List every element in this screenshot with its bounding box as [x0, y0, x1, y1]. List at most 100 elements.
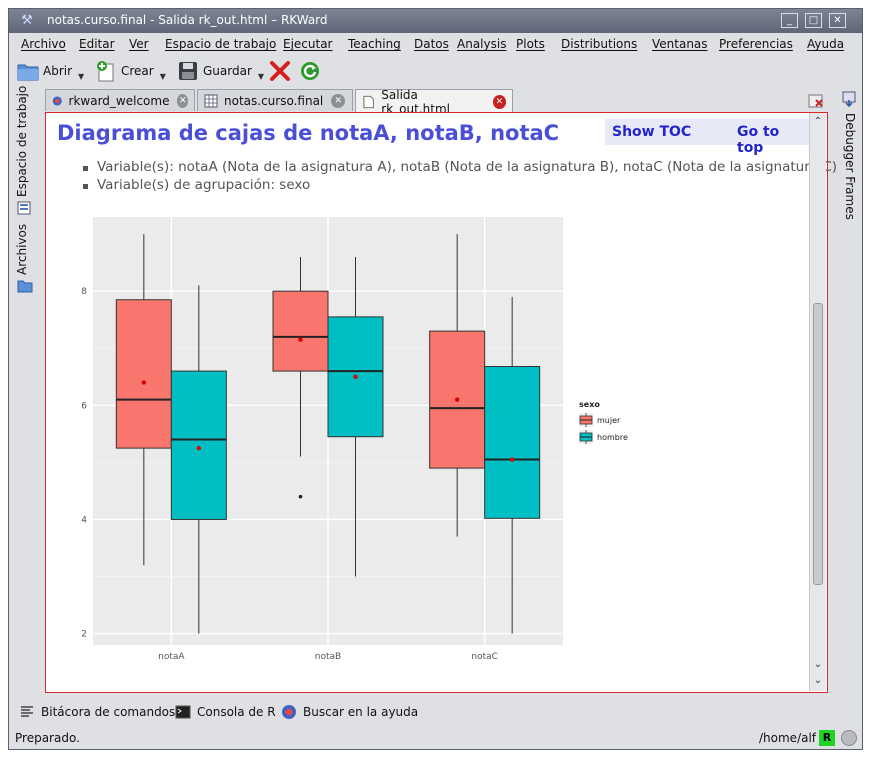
tab-label: Consola de R: [197, 705, 276, 719]
refresh-button[interactable]: [299, 59, 325, 83]
debugger-icon[interactable]: [841, 91, 857, 107]
scroll-thumb[interactable]: [813, 303, 823, 585]
tab-label: notas.curso.final: [224, 93, 324, 108]
r-status-badge: R: [819, 730, 835, 746]
maximize-button[interactable]: □: [805, 13, 822, 28]
menu-ventanas[interactable]: Ventanas: [652, 37, 708, 51]
menu-analysis[interactable]: Analysis: [457, 37, 506, 51]
right-dock: Debugger Frames: [837, 89, 863, 289]
menu-preferencias[interactable]: Preferencias: [719, 37, 793, 51]
menu-ayuda[interactable]: Ayuda: [807, 37, 844, 51]
workspace-icon[interactable]: [17, 201, 31, 215]
vertical-scrollbar[interactable]: ⌃ ⌄ ⌄: [809, 113, 826, 691]
new-document-icon: [97, 61, 114, 82]
status-text: Preparado.: [15, 731, 80, 745]
save-icon: [179, 62, 197, 80]
output-info-list: Variable(s): notaA (Nota de la asignatur…: [83, 159, 837, 195]
tab-bitacora[interactable]: Bitácora de comandos: [19, 704, 175, 720]
legend-label: hombre: [597, 433, 628, 442]
debugger-frames-dock-tab[interactable]: Debugger Frames: [843, 113, 857, 220]
bottom-tool-tabs: Bitácora de comandos Consola de R Buscar…: [9, 701, 862, 723]
y-tick-label: 4: [81, 515, 87, 525]
close-window-button[interactable]: ✕: [829, 13, 846, 28]
mean-point: [454, 397, 460, 402]
open-button[interactable]: Abrir ▼: [17, 59, 84, 83]
menu-plots[interactable]: Plots: [516, 37, 545, 51]
menu-distributions[interactable]: Distributions: [561, 37, 637, 51]
mean-point: [141, 380, 147, 385]
workspace-dock-tab[interactable]: Espacio de trabajo: [15, 86, 29, 197]
status-bar: Preparado. /home/alf R: [9, 727, 862, 749]
menu-datos[interactable]: Datos: [414, 37, 449, 51]
close-tab-icon[interactable]: ✕: [331, 93, 346, 108]
close-tab-icon[interactable]: ✕: [177, 93, 188, 108]
tab-buscar-ayuda[interactable]: Buscar en la ayuda: [281, 704, 418, 720]
tab-rkward-welcome[interactable]: rkward_welcome ✕: [45, 89, 195, 111]
menu-editar[interactable]: Editar: [79, 37, 115, 51]
scroll-down-arrow-1[interactable]: ⌄: [812, 659, 824, 671]
box-hombre-notaA: [170, 370, 227, 520]
box-mujer-notaB: [272, 290, 329, 372]
minimize-button[interactable]: _: [781, 13, 798, 28]
working-directory: /home/alf: [759, 731, 817, 745]
toc-bar: Show TOC Go to top: [605, 119, 809, 156]
close-x-icon: [270, 61, 290, 81]
scroll-up-arrow[interactable]: ⌃: [812, 116, 824, 128]
variables-info: Variable(s): notaA (Nota de la asignatur…: [83, 159, 837, 175]
menu-teaching[interactable]: Teaching: [348, 37, 401, 51]
menu-espacio-de-trabajo[interactable]: Espacio de trabajo: [165, 37, 276, 51]
boxplot-chart: 2 4 6 8 notaA notaB notaC sexo mujer hombre: [81, 217, 628, 662]
mean-point: [509, 457, 515, 462]
box-mujer-notaA: [115, 299, 172, 449]
main-window: ⚒ notas.curso.final - Salida rk_out.html…: [8, 8, 863, 750]
mean-point: [298, 337, 303, 342]
menu-archivo[interactable]: Archivo: [21, 37, 66, 51]
app-menu-icon[interactable]: ⚒: [19, 13, 35, 29]
new-dropdown-icon[interactable]: ▼: [160, 72, 166, 81]
outlier-point: [298, 494, 303, 499]
scroll-down-arrow-2[interactable]: ⌄: [812, 675, 824, 687]
open-label: Abrir: [43, 64, 73, 78]
command-log-icon: [21, 706, 33, 717]
menu-bar: Archivo Editar Ver Espacio de trabajo Ej…: [9, 33, 862, 55]
legend-title: sexo: [579, 400, 600, 409]
grouping-info: Variable(s) de agrupación: sexo: [83, 177, 837, 193]
tab-label: Buscar en la ayuda: [303, 705, 419, 719]
save-dropdown-icon[interactable]: ▼: [258, 72, 264, 81]
box-hombre-notaC: [484, 366, 541, 519]
y-tick-label: 2: [81, 630, 87, 640]
x-tick-label: notaB: [315, 652, 341, 662]
window-title: notas.curso.final - Salida rk_out.html –…: [47, 13, 328, 27]
new-label: Crear: [121, 64, 154, 78]
mean-point: [196, 445, 202, 451]
help-search-icon: [282, 705, 296, 719]
files-folder-icon[interactable]: [17, 279, 33, 293]
tab-consola-r[interactable]: Consola de R: [175, 704, 276, 720]
show-toc-link[interactable]: Show TOC: [612, 124, 691, 140]
open-dropdown-icon[interactable]: ▼: [78, 72, 84, 81]
output-heading: Diagrama de cajas de notaA, notaB, notaC: [57, 121, 560, 145]
tab-salida-rk-out[interactable]: Salida rk_out.html ✕: [355, 88, 513, 116]
y-tick-label: 6: [81, 401, 87, 411]
y-tick-label: 8: [81, 287, 87, 297]
interrupt-button[interactable]: [841, 730, 857, 746]
tab-notas-curso-final[interactable]: notas.curso.final ✕: [197, 89, 353, 111]
refresh-icon: [301, 62, 319, 80]
document-icon: [363, 95, 374, 108]
files-dock-tab[interactable]: Archivos: [15, 224, 29, 275]
console-icon: [175, 705, 191, 719]
save-button[interactable]: Guardar ▼: [177, 59, 264, 83]
title-bar: ⚒ notas.curso.final - Salida rk_out.html…: [9, 9, 862, 33]
menu-ver[interactable]: Ver: [129, 37, 149, 51]
menu-ejecutar[interactable]: Ejecutar: [283, 37, 333, 51]
close-button[interactable]: [269, 59, 295, 83]
new-button[interactable]: Crear ▼: [95, 59, 166, 83]
tab-label: Bitácora de comandos: [41, 705, 176, 719]
left-dock: Espacio de trabajo Archivos: [9, 86, 39, 689]
rkward-logo-icon: [52, 95, 62, 106]
close-tab-icon[interactable]: ✕: [492, 94, 507, 109]
close-all-tabs-icon[interactable]: [807, 92, 825, 110]
folder-icon: [17, 64, 39, 81]
go-to-top-link[interactable]: Go to top: [737, 124, 809, 156]
x-tick-label: notaA: [158, 652, 185, 662]
